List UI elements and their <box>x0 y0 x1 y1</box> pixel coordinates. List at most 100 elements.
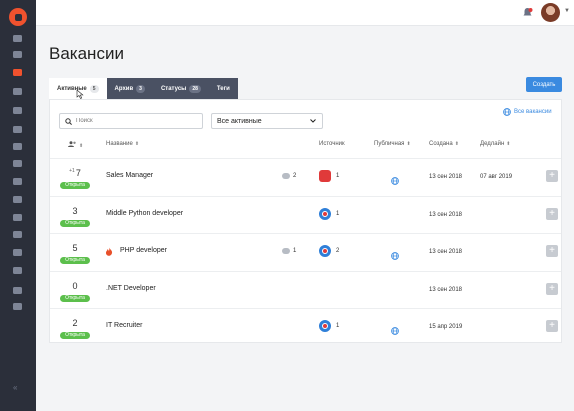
chart-icon[interactable] <box>12 230 23 239</box>
users-icon[interactable] <box>12 125 23 134</box>
source-logo-icon <box>319 170 331 182</box>
tab-archive[interactable]: Архив 3 <box>106 78 153 99</box>
tab-statuses[interactable]: Статусы 28 <box>152 78 209 99</box>
briefcase-icon[interactable] <box>12 50 23 59</box>
add-candidate-button[interactable]: + <box>546 282 558 295</box>
chat-icon[interactable] <box>12 248 23 257</box>
candidate-count[interactable]: 2 <box>59 318 91 328</box>
search-field[interactable] <box>59 113 203 129</box>
column-created-header[interactable]: Создана ⬍ <box>429 141 459 147</box>
person-icon[interactable] <box>12 142 23 151</box>
candidate-count-value: 5 <box>72 243 78 253</box>
globe-icon[interactable] <box>391 172 399 190</box>
status-filter-select[interactable]: Все активные <box>211 113 323 129</box>
column-label: Дедлайн <box>480 141 505 147</box>
collapse-sidebar-icon[interactable]: « <box>13 383 17 392</box>
tab-count: 28 <box>189 84 201 93</box>
bell-icon[interactable] <box>12 266 23 275</box>
feather-icon[interactable] <box>12 34 23 43</box>
table-row[interactable]: 2 Открыта IT Recruiter 1 15 апр 2019 + <box>50 308 561 345</box>
table-row[interactable]: 5 Открыта PHP developer 1 2 13 сен 2018 + <box>50 233 561 270</box>
help-icon[interactable] <box>12 302 23 311</box>
column-source-header: Источник <box>319 141 345 147</box>
gear-icon[interactable] <box>12 286 23 295</box>
tab-count: 3 <box>136 84 145 93</box>
flag-icon[interactable] <box>12 177 23 186</box>
tab-label: Архив <box>114 85 134 92</box>
add-candidate-button[interactable]: + <box>546 245 558 257</box>
column-label: Источник <box>319 141 345 147</box>
vacancy-name-link[interactable]: Middle Python developer <box>106 210 183 217</box>
column-public-header[interactable]: Публичная ⬍ <box>374 141 411 147</box>
add-candidate-button[interactable]: + <box>546 170 558 182</box>
user-avatar[interactable] <box>541 3 560 22</box>
candidate-count-value: 0 <box>72 280 78 291</box>
candidate-count[interactable]: 0 <box>59 281 91 291</box>
candidate-count-value: 2 <box>72 318 78 328</box>
status-badge: Открыта <box>60 182 90 189</box>
globe-icon[interactable] <box>391 322 399 340</box>
comment-icon <box>282 248 290 254</box>
topbar: ▼ <box>36 0 574 26</box>
select-value: Все активные <box>217 117 262 125</box>
all-vacancies-link[interactable]: Все вакансии <box>503 108 552 116</box>
column-label: Название <box>106 141 133 147</box>
status-badge: Открыта <box>60 294 90 302</box>
app-logo[interactable] <box>9 8 27 26</box>
vacancy-name-link[interactable]: .NET Developer <box>106 285 156 292</box>
vacancy-name-link[interactable]: Sales Manager <box>106 172 153 179</box>
tab-label: Теги <box>216 85 230 92</box>
table-row[interactable]: 3 Открыта Middle Python developer 1 13 сен 2… <box>50 195 561 233</box>
circle-icon[interactable] <box>12 159 23 168</box>
candidate-count[interactable]: 3 <box>59 206 91 216</box>
comments-value: 2 <box>293 173 297 179</box>
hot-flame-icon <box>105 247 113 256</box>
deadline-date: 07 авг 2019 <box>480 174 513 180</box>
created-date: 13 сен 2018 <box>429 174 463 180</box>
created-date: 15 апр 2019 <box>429 324 463 330</box>
table-row[interactable]: +17 Открыта Sales Manager 2 1 13 сен 2018 07 а… <box>50 158 561 195</box>
tab-count: 5 <box>89 84 99 93</box>
table-row[interactable]: 0 Открыта .NET Developer 13 сен 2018 + <box>50 270 561 308</box>
video-icon[interactable] <box>12 213 23 222</box>
users-icon <box>68 141 76 147</box>
vacancy-name-link[interactable]: PHP developer <box>120 247 167 254</box>
comments-count[interactable]: 2 <box>282 173 296 179</box>
globe-icon <box>503 108 511 116</box>
candidate-count[interactable]: +17 <box>59 168 91 178</box>
search-input[interactable] <box>76 118 196 124</box>
user-add-icon[interactable] <box>12 106 23 115</box>
column-label: Публичная <box>374 141 405 147</box>
calendar-icon[interactable] <box>12 195 23 204</box>
status-badge: Открыта <box>60 332 90 339</box>
source-logo-icon <box>319 320 331 332</box>
candidate-count-value: 3 <box>72 205 78 216</box>
create-button[interactable]: Создать <box>526 77 562 92</box>
comments-value: 1 <box>293 248 297 254</box>
comment-icon <box>282 173 290 179</box>
add-candidate-button[interactable]: + <box>546 207 558 220</box>
add-candidate-button[interactable]: + <box>546 320 558 332</box>
comments-count[interactable]: 1 <box>282 248 296 254</box>
column-label: Создана <box>429 141 453 147</box>
document-icon[interactable] <box>12 68 23 77</box>
chevron-down-icon[interactable]: ▼ <box>564 8 570 14</box>
all-vacancies-label: Все вакансии <box>514 109 552 115</box>
status-badge: Открыта <box>60 219 90 227</box>
search-icon <box>65 117 72 125</box>
source-logo-icon <box>319 207 331 220</box>
globe-icon[interactable] <box>391 247 399 265</box>
candidate-count[interactable]: 5 <box>59 243 91 253</box>
column-deadline-header[interactable]: Дедлайн ⬍ <box>480 141 510 147</box>
notification-icon[interactable] <box>522 7 533 18</box>
column-name-header[interactable]: Название ⬍ <box>106 141 139 147</box>
created-date: 13 сен 2018 <box>429 286 463 293</box>
page-title: Вакансии <box>49 44 124 63</box>
user-icon[interactable] <box>12 87 23 96</box>
tab-tags[interactable]: Теги <box>208 78 238 99</box>
column-candidates-header[interactable]: ⬍ <box>68 141 83 149</box>
candidate-count-value: 7 <box>75 168 81 178</box>
created-date: 13 сен 2018 <box>429 211 463 218</box>
created-date: 13 сен 2018 <box>429 249 463 255</box>
vacancy-name-link[interactable]: IT Recruiter <box>106 322 142 329</box>
